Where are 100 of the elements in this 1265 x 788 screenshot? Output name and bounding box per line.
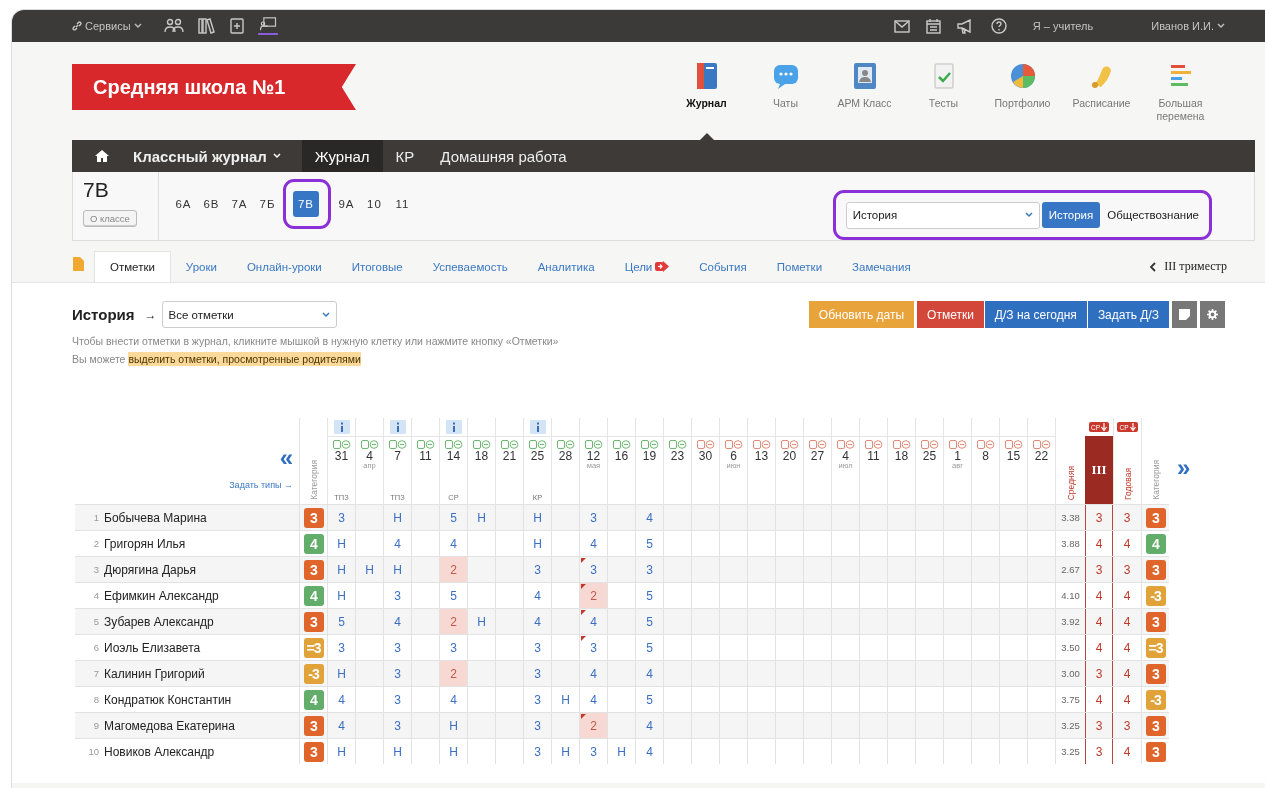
grade-cell[interactable]: Н (383, 739, 411, 764)
grade-cell[interactable]: 3 (523, 713, 551, 738)
lesson-icon[interactable] (500, 440, 519, 449)
lesson-icon[interactable] (864, 440, 883, 449)
grade-cell[interactable]: 5 (635, 609, 663, 634)
lesson-icon[interactable] (696, 440, 715, 449)
year-grade-cell[interactable]: 3 (1113, 505, 1141, 530)
grade-cell[interactable]: 3 (523, 557, 551, 582)
grade-cell[interactable]: 2 (579, 583, 607, 608)
lesson-icon[interactable] (724, 440, 743, 449)
year-grade-cell[interactable]: 4 (1113, 635, 1141, 660)
lesson-icon[interactable] (836, 440, 855, 449)
app-launcher[interactable]: Большая перемена (1141, 62, 1220, 138)
student-name[interactable]: Бобычева Марина (104, 510, 207, 525)
grade-cell[interactable]: 2 (439, 557, 467, 582)
nav-menu[interactable]: Классный журнал (120, 140, 294, 172)
student-name[interactable]: Новиков Александр (104, 744, 215, 759)
grade-cell[interactable]: Н (355, 557, 383, 582)
lesson-icon[interactable] (528, 440, 547, 449)
lesson-icon[interactable] (472, 440, 491, 449)
year-grade-cell[interactable]: 3 (1113, 713, 1141, 738)
grade-cell[interactable]: 4 (327, 713, 355, 738)
grade-cell[interactable]: 4 (635, 739, 663, 764)
subject-select[interactable]: История (845, 201, 1040, 229)
subject-link[interactable]: История (1041, 202, 1101, 228)
set-types-link[interactable]: Задать типы → (229, 480, 293, 490)
grade-cell[interactable]: Н (327, 557, 355, 582)
lesson-icon[interactable] (360, 440, 379, 449)
grade-cell[interactable]: 5 (439, 505, 467, 530)
notes-button[interactable] (1172, 301, 1197, 328)
tab[interactable]: События (684, 251, 762, 282)
grade-cell[interactable]: 3 (579, 505, 607, 530)
next-arrow[interactable]: » (1177, 454, 1191, 481)
grade-cell[interactable]: 4 (635, 661, 663, 686)
lesson-icon[interactable] (416, 440, 435, 449)
home-icon[interactable] (94, 149, 110, 163)
grade-cell[interactable]: 4 (523, 609, 551, 634)
class-link[interactable]: 7Б (258, 191, 277, 217)
year-grade-cell[interactable]: 4 (1113, 609, 1141, 634)
grade-cell[interactable]: 4 (635, 505, 663, 530)
term-grade-cell[interactable]: 3 (1085, 505, 1113, 530)
nav-link[interactable]: Домашняя работа (427, 140, 580, 172)
grade-cell[interactable]: 3 (383, 661, 411, 686)
grade-cell[interactable]: 3 (579, 557, 607, 582)
lesson-icon[interactable] (808, 440, 827, 449)
student-name[interactable]: Ефимкин Александр (104, 588, 219, 603)
grade-cell[interactable]: Н (383, 557, 411, 582)
lesson-icon[interactable] (780, 440, 799, 449)
filter-select[interactable]: Все отметки (161, 301, 337, 328)
tab[interactable]: Успеваемость (417, 251, 523, 282)
tab[interactable]: Итоговые (336, 251, 418, 282)
app-launcher[interactable]: Расписание (1062, 62, 1141, 138)
year-grade-cell[interactable]: 4 (1113, 661, 1141, 686)
grade-cell[interactable]: Н (327, 739, 355, 764)
class-link[interactable]: 9А (337, 191, 356, 217)
tab[interactable]: Уроки (170, 251, 232, 282)
grade-cell[interactable]: 4 (383, 609, 411, 634)
year-grade-cell[interactable]: 4 (1113, 531, 1141, 556)
services-menu[interactable]: Сервисы (72, 20, 142, 32)
grade-cell[interactable]: 5 (327, 609, 355, 634)
people-icon[interactable] (163, 18, 184, 34)
settings-button[interactable] (1200, 301, 1225, 328)
term-grade-cell[interactable]: 4 (1085, 609, 1113, 634)
grade-cell[interactable]: 3 (523, 661, 551, 686)
presentation-icon[interactable] (257, 17, 278, 35)
lesson-icon[interactable] (976, 440, 995, 449)
term-grade-cell[interactable]: 3 (1085, 557, 1113, 582)
lesson-icon[interactable] (332, 440, 351, 449)
books-icon[interactable] (197, 18, 216, 34)
term-grade-cell[interactable]: 3 (1085, 661, 1113, 686)
class-link[interactable]: 7В (293, 191, 319, 217)
year-grade-cell[interactable]: 4 (1113, 583, 1141, 608)
grade-cell[interactable]: 2 (439, 609, 467, 634)
lesson-icon[interactable] (752, 440, 771, 449)
info-icon[interactable] (333, 420, 350, 434)
student-name[interactable]: Дюрягина Дарья (104, 562, 197, 577)
tab[interactable]: Цели (609, 251, 685, 282)
tab[interactable]: Замечания (837, 251, 926, 282)
grade-cell[interactable]: Н (551, 739, 579, 764)
lesson-icon[interactable] (388, 440, 407, 449)
calendar-icon[interactable] (925, 18, 941, 34)
grade-cell[interactable]: 3 (635, 557, 663, 582)
lesson-icon[interactable] (948, 440, 967, 449)
grade-cell[interactable]: 4 (579, 609, 607, 634)
lesson-icon[interactable] (668, 440, 687, 449)
grade-cell[interactable]: Н (383, 505, 411, 530)
tab[interactable]: Пометки (761, 251, 838, 282)
help-icon[interactable] (990, 18, 1007, 34)
grade-cell[interactable]: Н (523, 505, 551, 530)
grade-cell[interactable]: 4 (635, 713, 663, 738)
class-link[interactable]: 11 (393, 191, 412, 217)
student-name[interactable]: Зубарев Александр (104, 614, 214, 629)
grade-cell[interactable]: 3 (523, 739, 551, 764)
lesson-icon[interactable] (444, 440, 463, 449)
action-button[interactable]: Задать Д/З (1087, 301, 1169, 328)
nav-link[interactable]: Журнал (301, 140, 383, 172)
year-grade-cell[interactable]: 4 (1113, 739, 1141, 764)
grade-cell[interactable]: Н (439, 739, 467, 764)
grade-cell[interactable]: Н (607, 739, 635, 764)
term-grade-cell[interactable]: 3 (1085, 739, 1113, 764)
